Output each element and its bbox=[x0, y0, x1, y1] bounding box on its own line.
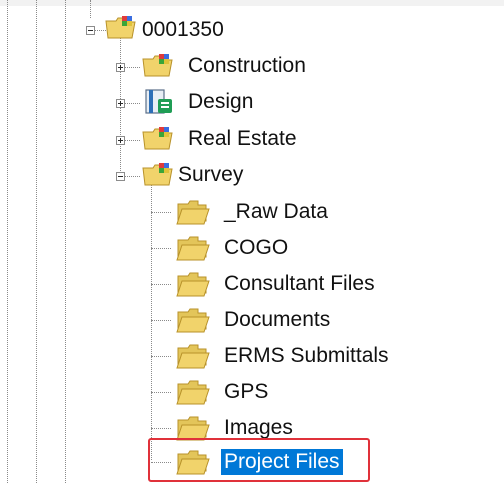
tree-connector bbox=[151, 428, 171, 429]
expand-toggle[interactable] bbox=[116, 99, 125, 108]
multicolor-folder-icon bbox=[142, 163, 173, 186]
tree-node-label[interactable]: Survey bbox=[178, 162, 243, 188]
tree-node-label[interactable]: _Raw Data bbox=[224, 199, 328, 225]
collapse-toggle[interactable] bbox=[116, 172, 125, 181]
tree-node-label[interactable]: Design bbox=[188, 89, 253, 115]
tree-node-label[interactable]: GPS bbox=[224, 379, 268, 405]
top-bar bbox=[0, 0, 504, 6]
tree-connector bbox=[151, 392, 171, 393]
tree-node-label[interactable]: Consultant Files bbox=[224, 271, 375, 297]
tree-guide-line bbox=[36, 0, 37, 483]
tree-node-label[interactable]: Real Estate bbox=[188, 126, 297, 152]
folder-icon bbox=[176, 200, 210, 225]
tree-connector bbox=[151, 248, 171, 249]
tree-node-label[interactable]: COGO bbox=[224, 235, 288, 261]
tree-node-label[interactable]: Construction bbox=[188, 53, 306, 79]
folder-icon bbox=[176, 450, 210, 475]
folder-icon bbox=[176, 308, 210, 333]
collapse-toggle[interactable] bbox=[86, 26, 95, 35]
multicolor-folder-icon bbox=[142, 54, 173, 77]
tree-connector bbox=[151, 212, 171, 213]
folder-icon bbox=[176, 380, 210, 405]
expand-toggle[interactable] bbox=[116, 136, 125, 145]
tree-connector bbox=[151, 462, 171, 463]
tree-node-label[interactable]: Documents bbox=[224, 307, 330, 333]
folder-icon bbox=[176, 272, 210, 297]
tree-guide-line bbox=[65, 0, 66, 483]
document-folder-icon bbox=[145, 89, 172, 114]
multicolor-folder-icon bbox=[105, 16, 136, 39]
tree-connector bbox=[151, 284, 171, 285]
tree-guide-line bbox=[90, 0, 91, 18]
tree-node-label[interactable]: ERMS Submittals bbox=[224, 343, 389, 369]
tree-connector bbox=[151, 320, 171, 321]
tree-view: 0001350 Construction Design Real Estate … bbox=[0, 0, 504, 483]
folder-icon bbox=[176, 236, 210, 261]
tree-node-label-selected[interactable]: Project Files bbox=[221, 449, 343, 475]
tree-guide-line bbox=[7, 0, 8, 483]
tree-connector bbox=[151, 356, 171, 357]
tree-node-label[interactable]: 0001350 bbox=[142, 17, 224, 43]
multicolor-folder-icon bbox=[142, 127, 173, 150]
expand-toggle[interactable] bbox=[116, 63, 125, 72]
folder-icon bbox=[176, 344, 210, 369]
